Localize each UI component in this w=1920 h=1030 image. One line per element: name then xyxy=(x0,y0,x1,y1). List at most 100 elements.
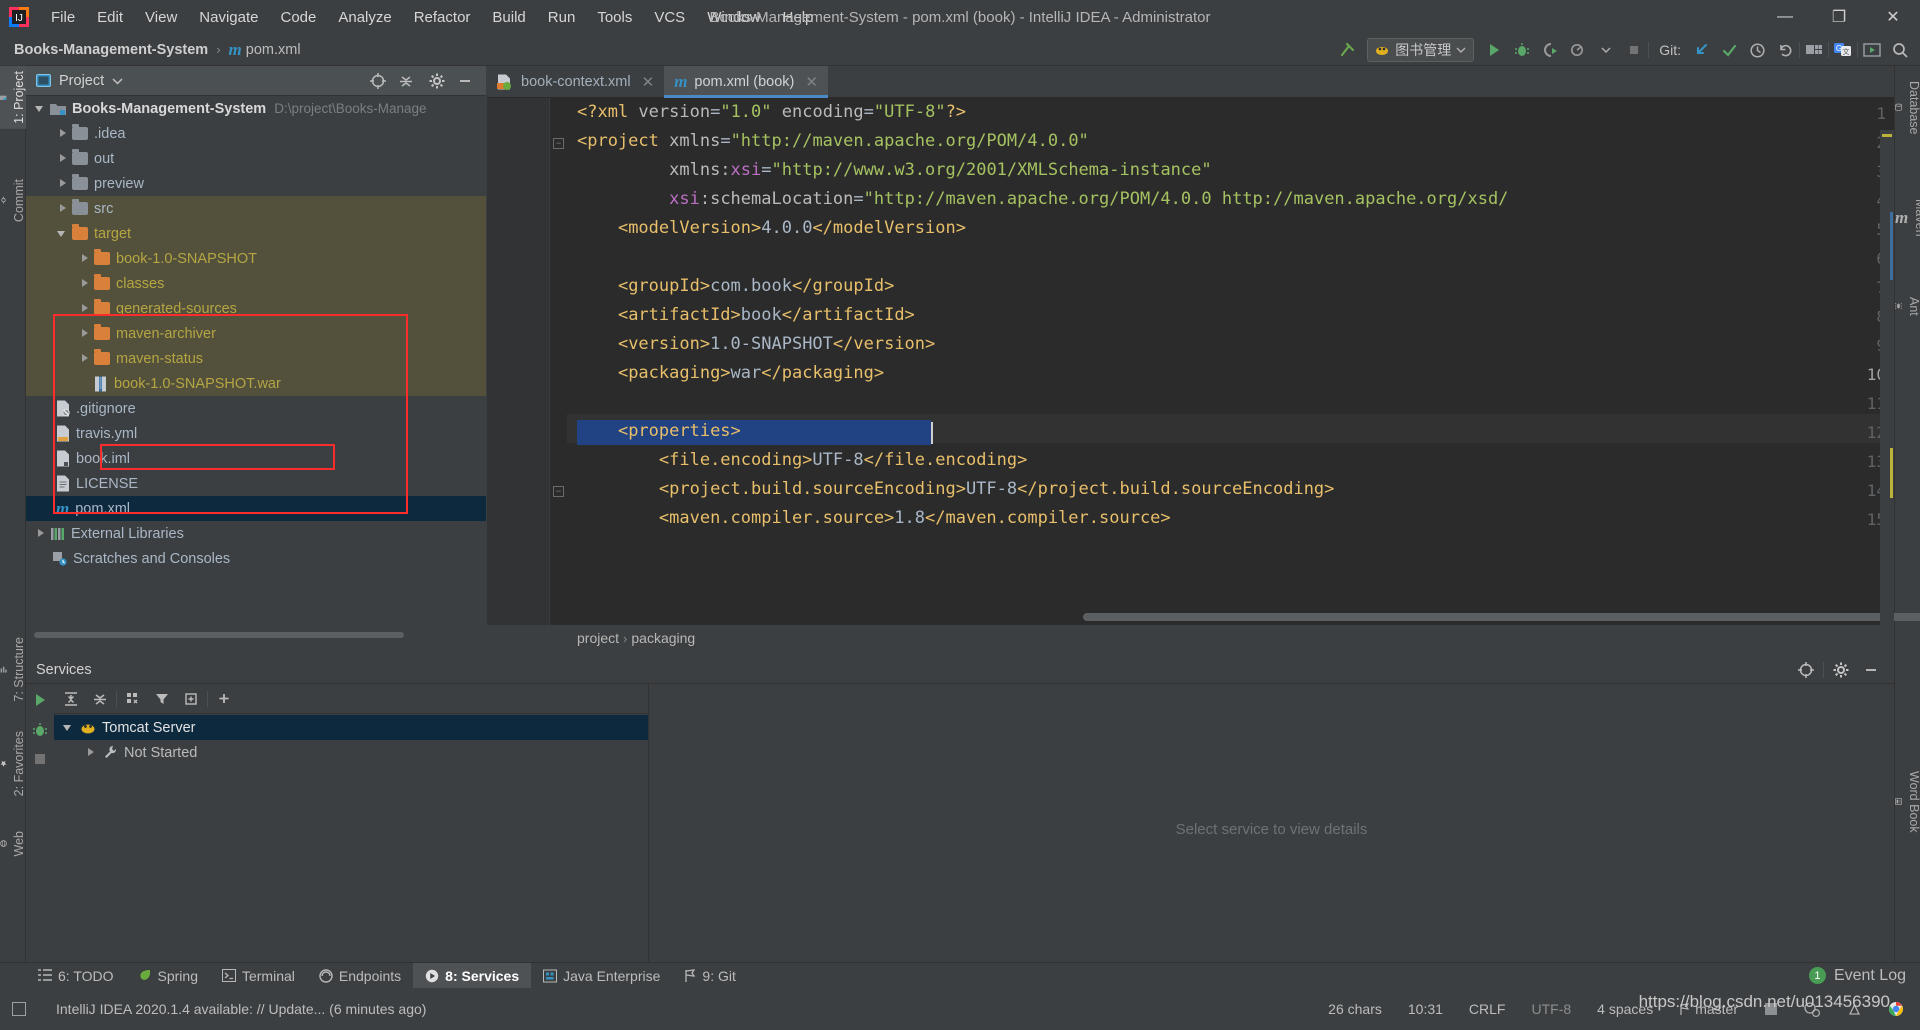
bottom-tab-git[interactable]: 9: Git xyxy=(672,963,747,989)
tree-row-classes[interactable]: classes xyxy=(26,271,486,296)
tree-row-maven-archiver[interactable]: maven-archiver xyxy=(26,321,486,346)
tree-row-external-libraries[interactable]: External Libraries xyxy=(26,521,486,546)
status-line-separator[interactable]: CRLF xyxy=(1469,1001,1506,1017)
sidebar-item-structure[interactable]: 7: Structure xyxy=(0,632,26,707)
menu-run[interactable]: Run xyxy=(537,6,587,29)
marker-warning[interactable] xyxy=(1882,134,1892,137)
fold-toggle-properties[interactable]: − xyxy=(553,486,564,497)
project-horizontal-scrollbar[interactable] xyxy=(26,629,486,639)
services-row-not-started[interactable]: Not Started xyxy=(54,740,648,765)
profiler-button[interactable] xyxy=(1564,37,1592,63)
tree-row-src[interactable]: src xyxy=(26,196,486,221)
sidebar-item-database[interactable]: Database xyxy=(1895,76,1920,140)
services-tree[interactable]: Tomcat Server Not Started xyxy=(54,715,648,974)
project-tree[interactable]: Books-Management-System D:\project\Books… xyxy=(26,96,486,621)
gear-icon[interactable] xyxy=(1828,658,1854,682)
menu-build[interactable]: Build xyxy=(481,6,536,29)
expand-arrow-icon[interactable] xyxy=(78,252,91,265)
breadcrumb-project-element[interactable]: project xyxy=(577,630,619,646)
filter-icon[interactable] xyxy=(149,687,175,711)
sidebar-item-project[interactable]: 1: Project xyxy=(0,66,26,129)
run-button[interactable] xyxy=(1480,37,1508,63)
stop-icon[interactable] xyxy=(33,752,47,766)
debug-icon[interactable] xyxy=(32,722,48,738)
tab-pom-xml[interactable]: m pom.xml (book) ✕ xyxy=(664,66,828,98)
expand-arrow-icon[interactable] xyxy=(62,721,75,734)
bottom-tab-services[interactable]: 8: Services xyxy=(413,962,532,989)
sidebar-item-favorites[interactable]: 2: Favorites xyxy=(0,726,26,801)
code-editor[interactable]: 1 2 3 4 5 6 7 8 9 10 11 12 13 14 15 − − … xyxy=(487,98,1920,651)
status-inspections-icon[interactable] xyxy=(1804,1001,1821,1017)
status-caret-position[interactable]: 10:31 xyxy=(1408,1001,1443,1017)
sidebar-item-commit[interactable]: Commit xyxy=(0,174,26,227)
status-encoding[interactable]: UTF-8 xyxy=(1531,1001,1571,1017)
translate-icon[interactable]: G文 xyxy=(1829,37,1857,63)
collapse-all-icon[interactable] xyxy=(393,69,419,93)
menu-refactor[interactable]: Refactor xyxy=(403,6,482,29)
run-icon[interactable] xyxy=(32,692,48,708)
git-rollback-icon[interactable] xyxy=(1771,37,1799,63)
breadcrumb-project[interactable]: Books-Management-System xyxy=(14,42,208,58)
expand-arrow-icon[interactable] xyxy=(84,746,97,759)
bottom-tab-todo[interactable]: 6: TODO xyxy=(26,963,126,989)
menu-file[interactable]: File xyxy=(40,6,86,29)
collapse-all-icon[interactable] xyxy=(87,687,113,711)
hide-panel-icon[interactable] xyxy=(452,69,478,93)
code-text[interactable]: <?xml version="1.0" encoding="UTF-8"?> <… xyxy=(577,98,1894,651)
debug-button[interactable] xyxy=(1508,37,1536,63)
status-git-branch[interactable]: master xyxy=(1679,1001,1738,1017)
tree-row-gitignore[interactable]: .gitignore xyxy=(26,396,486,421)
tree-row-travis-yml[interactable]: travis.yml xyxy=(26,421,486,446)
expand-arrow-icon[interactable] xyxy=(78,302,91,315)
profiler-dropdown-icon[interactable] xyxy=(1592,37,1620,63)
fold-toggle-project[interactable]: − xyxy=(553,138,564,149)
tree-row-preview[interactable]: preview xyxy=(26,171,486,196)
scrollbar-thumb[interactable] xyxy=(34,632,404,638)
expand-arrow-icon[interactable] xyxy=(56,127,69,140)
expand-arrow-icon[interactable] xyxy=(56,152,69,165)
breadcrumb-packaging-element[interactable]: packaging xyxy=(631,630,695,646)
maximize-button[interactable]: ❐ xyxy=(1812,0,1866,34)
sidebar-item-maven[interactable]: m Maven xyxy=(1895,194,1920,242)
close-icon[interactable]: ✕ xyxy=(805,73,818,91)
status-message[interactable]: IntelliJ IDEA 2020.1.4 available: // Upd… xyxy=(56,1001,426,1017)
expand-arrow-icon[interactable] xyxy=(56,177,69,190)
status-indent[interactable]: 4 spaces xyxy=(1597,1001,1653,1017)
stop-button[interactable] xyxy=(1620,37,1648,63)
minimize-button[interactable]: — xyxy=(1758,0,1812,34)
tree-row-maven-status[interactable]: maven-status xyxy=(26,346,486,371)
menu-analyze[interactable]: Analyze xyxy=(327,6,402,29)
menu-edit[interactable]: Edit xyxy=(86,6,134,29)
chevron-down-icon[interactable] xyxy=(112,77,123,85)
expand-arrow-icon[interactable] xyxy=(78,327,91,340)
tab-book-context-xml[interactable]: book-context.xml ✕ xyxy=(487,66,664,97)
status-memory-icon[interactable] xyxy=(1764,1002,1778,1016)
select-opened-file-icon[interactable] xyxy=(365,69,391,93)
tree-row-target[interactable]: target xyxy=(26,221,486,246)
hide-panel-icon[interactable] xyxy=(1858,658,1884,682)
tree-row-book-war[interactable]: book-1.0-SNAPSHOT.war xyxy=(26,371,486,396)
tree-row-scratches-and-consoles[interactable]: Scratches and Consoles xyxy=(26,546,486,571)
add-service-icon[interactable] xyxy=(211,687,237,711)
git-history-icon[interactable] xyxy=(1743,37,1771,63)
menu-view[interactable]: View xyxy=(134,6,188,29)
tree-row-license[interactable]: LICENSE xyxy=(26,471,486,496)
build-hammer-icon[interactable] xyxy=(1333,37,1361,63)
sidebar-item-word-book[interactable]: Word Book xyxy=(1895,766,1920,838)
menu-tools[interactable]: Tools xyxy=(586,6,643,29)
status-hector-icon[interactable] xyxy=(1847,1002,1862,1017)
expand-arrow-icon[interactable] xyxy=(34,527,47,540)
menu-help[interactable]: Help xyxy=(772,6,825,29)
menu-window[interactable]: Window xyxy=(696,6,771,29)
services-row-tomcat-server[interactable]: Tomcat Server xyxy=(54,715,648,740)
add-tab-icon[interactable] xyxy=(178,687,204,711)
project-structure-icon[interactable] xyxy=(1800,37,1828,63)
menu-navigate[interactable]: Navigate xyxy=(188,6,269,29)
expand-arrow-icon[interactable] xyxy=(56,202,69,215)
bottom-tab-java-enterprise[interactable]: Java Enterprise xyxy=(531,963,672,989)
tree-row-out[interactable]: out xyxy=(26,146,486,171)
expand-arrow-icon[interactable] xyxy=(34,102,47,115)
sidebar-item-web[interactable]: Web xyxy=(0,826,26,861)
tree-row-pom-xml[interactable]: m pom.xml xyxy=(26,496,486,521)
editor-marker-bar[interactable] xyxy=(1880,130,1894,651)
